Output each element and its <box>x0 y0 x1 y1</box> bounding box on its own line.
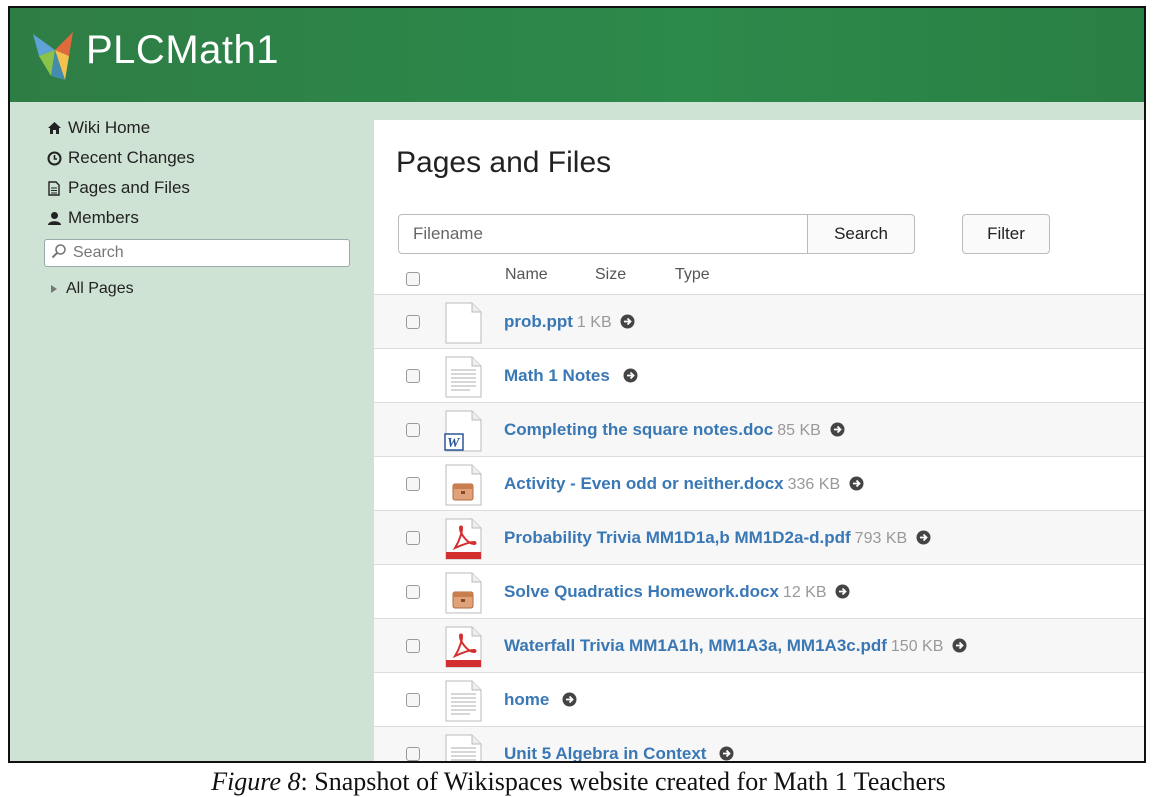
file-name-link[interactable]: Solve Quadratics Homework.docx <box>504 582 779 601</box>
figure-label: Figure 8 <box>211 767 301 796</box>
file-name-link[interactable]: home <box>504 690 549 709</box>
svg-text:W: W <box>447 436 461 451</box>
sidebar-search[interactable] <box>44 239 350 267</box>
table-row[interactable]: home <box>374 672 1144 726</box>
table-row[interactable]: Unit 5 Algebra in Context <box>374 726 1144 761</box>
row-checkbox[interactable] <box>406 747 420 761</box>
arrow-circle-right-icon[interactable] <box>952 638 967 653</box>
page-icon <box>445 680 482 722</box>
blank-file-icon <box>445 302 482 344</box>
file-name-link[interactable]: prob.ppt <box>504 312 573 331</box>
pdf-icon <box>445 626 482 668</box>
table-row[interactable]: Solve Quadratics Homework.docx 12 KB <box>374 564 1144 618</box>
row-checkbox[interactable] <box>406 639 420 653</box>
sidebar-item-label: Pages and Files <box>68 178 190 197</box>
row-checkbox[interactable] <box>406 585 420 599</box>
file-name-link[interactable]: Completing the square notes.doc <box>504 420 773 439</box>
file-size: 12 KB <box>782 584 827 601</box>
search-icon <box>51 243 67 264</box>
file-size: 336 KB <box>787 476 841 493</box>
file-name-link[interactable]: Waterfall Trivia MM1A1h, MM1A3a, MM1A3c.… <box>504 636 887 655</box>
row-checkbox[interactable] <box>406 423 420 437</box>
sidebar-item-pages-and-files[interactable]: Pages and Files <box>46 178 190 198</box>
select-all-checkbox[interactable] <box>406 272 420 286</box>
sidebar-item-label: Members <box>68 208 139 227</box>
archive-file-icon <box>445 572 482 614</box>
column-header-name[interactable]: Name <box>505 266 548 284</box>
file-size: 85 KB <box>777 422 821 439</box>
row-checkbox[interactable] <box>406 477 420 491</box>
arrow-circle-right-icon[interactable] <box>835 584 850 599</box>
sidebar-item-wiki-home[interactable]: Wiki Home <box>46 118 150 138</box>
column-header-type[interactable]: Type <box>675 266 710 284</box>
row-checkbox[interactable] <box>406 369 420 383</box>
sidebar-item-members[interactable]: Members <box>46 208 139 228</box>
file-icon <box>46 180 62 196</box>
table-row[interactable]: Math 1 Notes <box>374 348 1144 402</box>
arrow-circle-right-icon[interactable] <box>620 314 635 329</box>
sidebar-item-label: All Pages <box>66 280 134 297</box>
word-doc-icon: W <box>444 410 482 452</box>
row-checkbox[interactable] <box>406 531 420 545</box>
filter-button[interactable]: Filter <box>962 214 1050 254</box>
table-row[interactable]: prob.ppt 1 KB <box>374 294 1144 348</box>
sidebar-item-recent-changes[interactable]: Recent Changes <box>46 148 195 168</box>
file-name-link[interactable]: Math 1 Notes <box>504 366 610 385</box>
file-size: 1 KB <box>576 314 612 331</box>
arrow-circle-right-icon[interactable] <box>623 368 638 383</box>
site-header: PLCMath1 <box>10 8 1144 102</box>
sidebar-item-all-pages[interactable]: All Pages <box>48 280 134 298</box>
user-icon <box>46 210 62 226</box>
caret-right-icon <box>48 281 60 297</box>
app-title[interactable]: PLCMath1 <box>86 28 279 73</box>
pdf-icon <box>445 518 482 560</box>
clock-icon <box>46 150 62 166</box>
logo-icon <box>33 32 73 80</box>
table-row[interactable]: W Completing the square notes.doc 85 KB <box>374 402 1144 456</box>
file-name-link[interactable]: Probability Trivia MM1D1a,b MM1D2a-d.pdf <box>504 528 851 547</box>
page-icon <box>445 734 482 761</box>
file-name-link[interactable]: Activity - Even odd or neither.docx <box>504 474 784 493</box>
sidebar-search-input[interactable] <box>71 243 335 263</box>
browser-frame: PLCMath1 Wiki Home Recent Changes Pages … <box>8 6 1146 763</box>
file-size: 793 KB <box>854 530 908 547</box>
page-icon <box>445 356 482 398</box>
filename-search-field[interactable] <box>398 214 808 254</box>
home-icon <box>46 120 62 136</box>
page-title: Pages and Files <box>396 146 612 179</box>
arrow-circle-right-icon[interactable] <box>916 530 931 545</box>
sidebar: Wiki Home Recent Changes Pages and Files… <box>10 102 372 761</box>
archive-file-icon <box>445 464 482 506</box>
figure-caption: Figure 8: Snapshot of Wikispaces website… <box>0 767 1157 797</box>
table-row[interactable]: Waterfall Trivia MM1A1h, MM1A3a, MM1A3c.… <box>374 618 1144 672</box>
column-header-size[interactable]: Size <box>595 266 626 284</box>
table-row[interactable]: Activity - Even odd or neither.docx 336 K… <box>374 456 1144 510</box>
file-size: 150 KB <box>890 638 944 655</box>
sidebar-item-label: Recent Changes <box>68 148 195 167</box>
arrow-circle-right-icon[interactable] <box>830 422 845 437</box>
file-name-link[interactable]: Unit 5 Algebra in Context <box>504 744 706 761</box>
table-row[interactable]: Probability Trivia MM1D1a,b MM1D2a-d.pdf… <box>374 510 1144 564</box>
search-button[interactable]: Search <box>807 214 915 254</box>
arrow-circle-right-icon[interactable] <box>562 692 577 707</box>
row-checkbox[interactable] <box>406 693 420 707</box>
sidebar-item-label: Wiki Home <box>68 118 151 137</box>
main-panel: Pages and Files Search Filter Name Size … <box>374 120 1144 761</box>
caption-text: : Snapshot of Wikispaces website created… <box>300 767 946 796</box>
filename-input[interactable] <box>411 223 795 245</box>
arrow-circle-right-icon[interactable] <box>719 746 734 761</box>
arrow-circle-right-icon[interactable] <box>849 476 864 491</box>
row-checkbox[interactable] <box>406 315 420 329</box>
